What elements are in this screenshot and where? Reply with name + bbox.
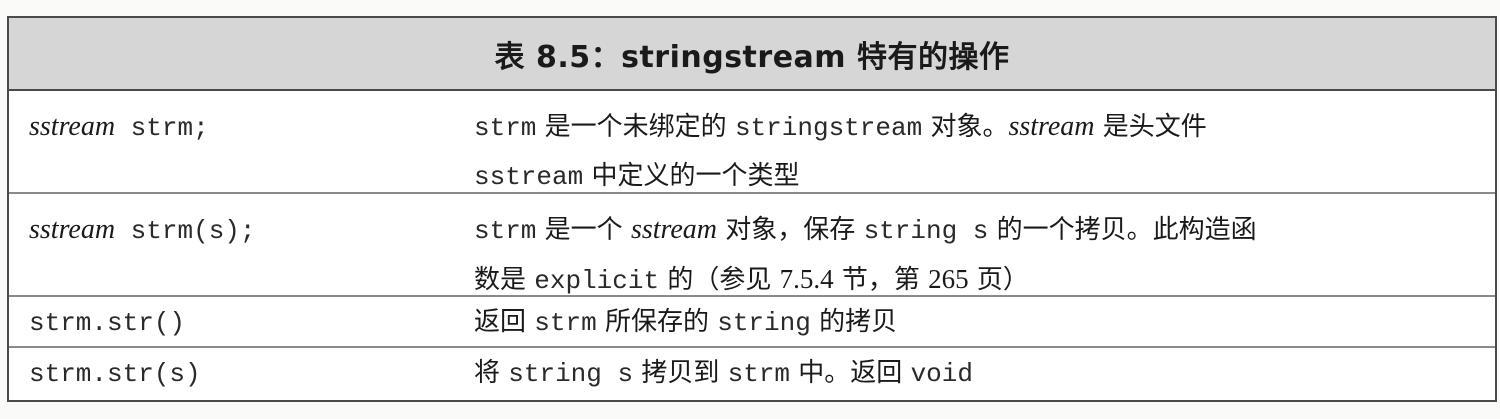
code-text: strm [534,308,597,338]
description-text: 的（参见 [659,265,780,295]
description-text: 拷贝到 [633,358,728,388]
table-caption: 表 8.5：stringstream 特有的操作 [494,39,1010,75]
type-name: sstream [29,214,116,245]
code-text: string [717,308,811,338]
code-text: strm.str() [29,308,186,338]
code-text: strm(s); [115,216,256,246]
table-row: sstream strm; strm 是一个未绑定的 stringstream … [9,91,1495,194]
type-name: sstream [1008,111,1095,142]
code-text: stringstream [734,113,923,143]
operation-cell: sstream strm(s); [29,206,256,255]
operations-table: 表 8.5：stringstream 特有的操作 sstream strm; s… [7,16,1497,402]
page-number: 265 [928,264,969,294]
code-text: void [910,359,973,389]
code-text: strm.str(s) [29,359,201,389]
code-text: strm; [115,113,209,143]
table-row: strm.str(s) 将 string s 拷贝到 strm 中。返回 voi… [9,348,1495,400]
description-line: strm 是一个 sstream 对象，保存 string s 的一个拷贝。此构… [474,206,1484,255]
section-number: 7.5.4 [779,264,834,294]
description-text: 对象。 [922,112,1009,142]
description-text: 返回 [474,307,535,337]
code-text: explicit [534,266,660,296]
description-text: 中。返回 [790,358,911,388]
description-text: 是一个未绑定的 [536,112,735,142]
description-line: 返回 strm 所保存的 string 的拷贝 [474,298,1484,347]
description-text: 页） [968,265,1029,295]
operation-cell: strm.str() [29,298,185,347]
description-text: 将 [474,358,509,388]
table-caption-band: 表 8.5：stringstream 特有的操作 [9,16,1495,91]
code-text: sstream [474,162,584,192]
description-text: 对象，保存 [717,215,864,245]
type-name: sstream [29,111,116,142]
code-text: string s [508,359,634,389]
table-row: strm.str() 返回 strm 所保存的 string 的拷贝 [9,297,1495,348]
description-cell: 将 string s 拷贝到 strm 中。返回 void [474,349,1484,398]
description-text: 是一个 [536,215,631,245]
description-line: 将 string s 拷贝到 strm 中。返回 void [474,349,1484,398]
description-cell: strm 是一个 sstream 对象，保存 string s 的一个拷贝。此构… [474,206,1484,305]
table-row: sstream strm(s); strm 是一个 sstream 对象，保存 … [9,194,1495,297]
description-text: 所保存的 [596,307,718,337]
code-text: strm [474,216,537,246]
description-cell: 返回 strm 所保存的 string 的拷贝 [474,298,1484,347]
description-text: 中定义的一个类型 [583,161,800,191]
description-text: 的一个拷贝。此构造函 [988,215,1257,245]
code-text: strm [474,113,537,143]
description-text: 是头文件 [1094,112,1207,142]
table-body: sstream strm; strm 是一个未绑定的 stringstream … [9,91,1495,400]
operation-cell: strm.str(s) [29,349,201,398]
operation-cell: sstream strm; [29,103,209,152]
description-text: 节，第 [833,265,929,295]
type-name: sstream [630,214,718,245]
description-line: strm 是一个未绑定的 stringstream 对象。sstream 是头文… [474,103,1484,152]
code-text: strm [727,359,791,389]
description-text: 数是 [474,265,535,295]
description-cell: strm 是一个未绑定的 stringstream 对象。sstream 是头文… [474,103,1484,201]
code-text: string s [863,216,989,246]
description-text: 的拷贝 [810,307,898,337]
